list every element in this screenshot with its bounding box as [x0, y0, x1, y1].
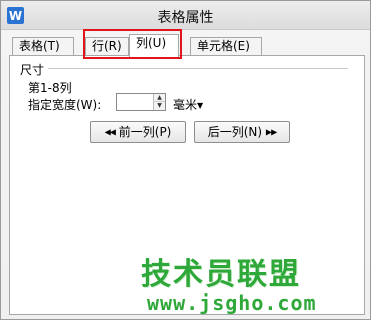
table-properties-dialog: W 表格属性 表格(T) 行(R) 列(U) 单元格(E) 尺寸 第1-8列 指… [0, 0, 371, 320]
tab-strip: 表格(T) 行(R) 列(U) 单元格(E) [9, 34, 365, 57]
tab-column[interactable]: 列(U) [129, 34, 179, 57]
previous-column-label: 前一列(P) [118, 125, 172, 139]
unit-label: 毫米 [173, 98, 198, 112]
width-spinner[interactable]: ▲ ▼ [116, 93, 166, 111]
column-range-label: 第1-8列 [28, 81, 72, 95]
tab-table[interactable]: 表格(T) [12, 37, 74, 56]
double-left-arrow-icon: ◀◀ [104, 127, 116, 137]
group-divider [48, 68, 348, 69]
spin-down-icon[interactable]: ▼ [154, 102, 165, 110]
tab-row[interactable]: 行(R) [85, 37, 129, 56]
size-group-label: 尺寸 [20, 63, 45, 77]
title-bar: W 表格属性 [1, 1, 370, 30]
spinner-buttons: ▲ ▼ [153, 94, 165, 110]
width-input[interactable] [117, 94, 153, 110]
previous-column-button[interactable]: ◀◀ 前一列(P) [90, 121, 186, 143]
double-right-arrow-icon: ▶▶ [265, 127, 277, 137]
spin-up-icon[interactable]: ▲ [154, 94, 165, 102]
dialog-title: 表格属性 [157, 10, 214, 26]
tab-cell[interactable]: 单元格(E) [190, 37, 262, 56]
watermark-url: www.jsgho.com [147, 291, 317, 315]
watermark-text: 技术员联盟 [141, 257, 301, 292]
unit-select[interactable]: 毫米▼ [173, 96, 203, 113]
width-label: 指定宽度(W): [28, 98, 102, 112]
chevron-down-icon: ▼ [197, 101, 204, 110]
next-column-button[interactable]: 后一列(N) ▶▶ [194, 121, 290, 143]
next-column-label: 后一列(N) [207, 125, 263, 139]
